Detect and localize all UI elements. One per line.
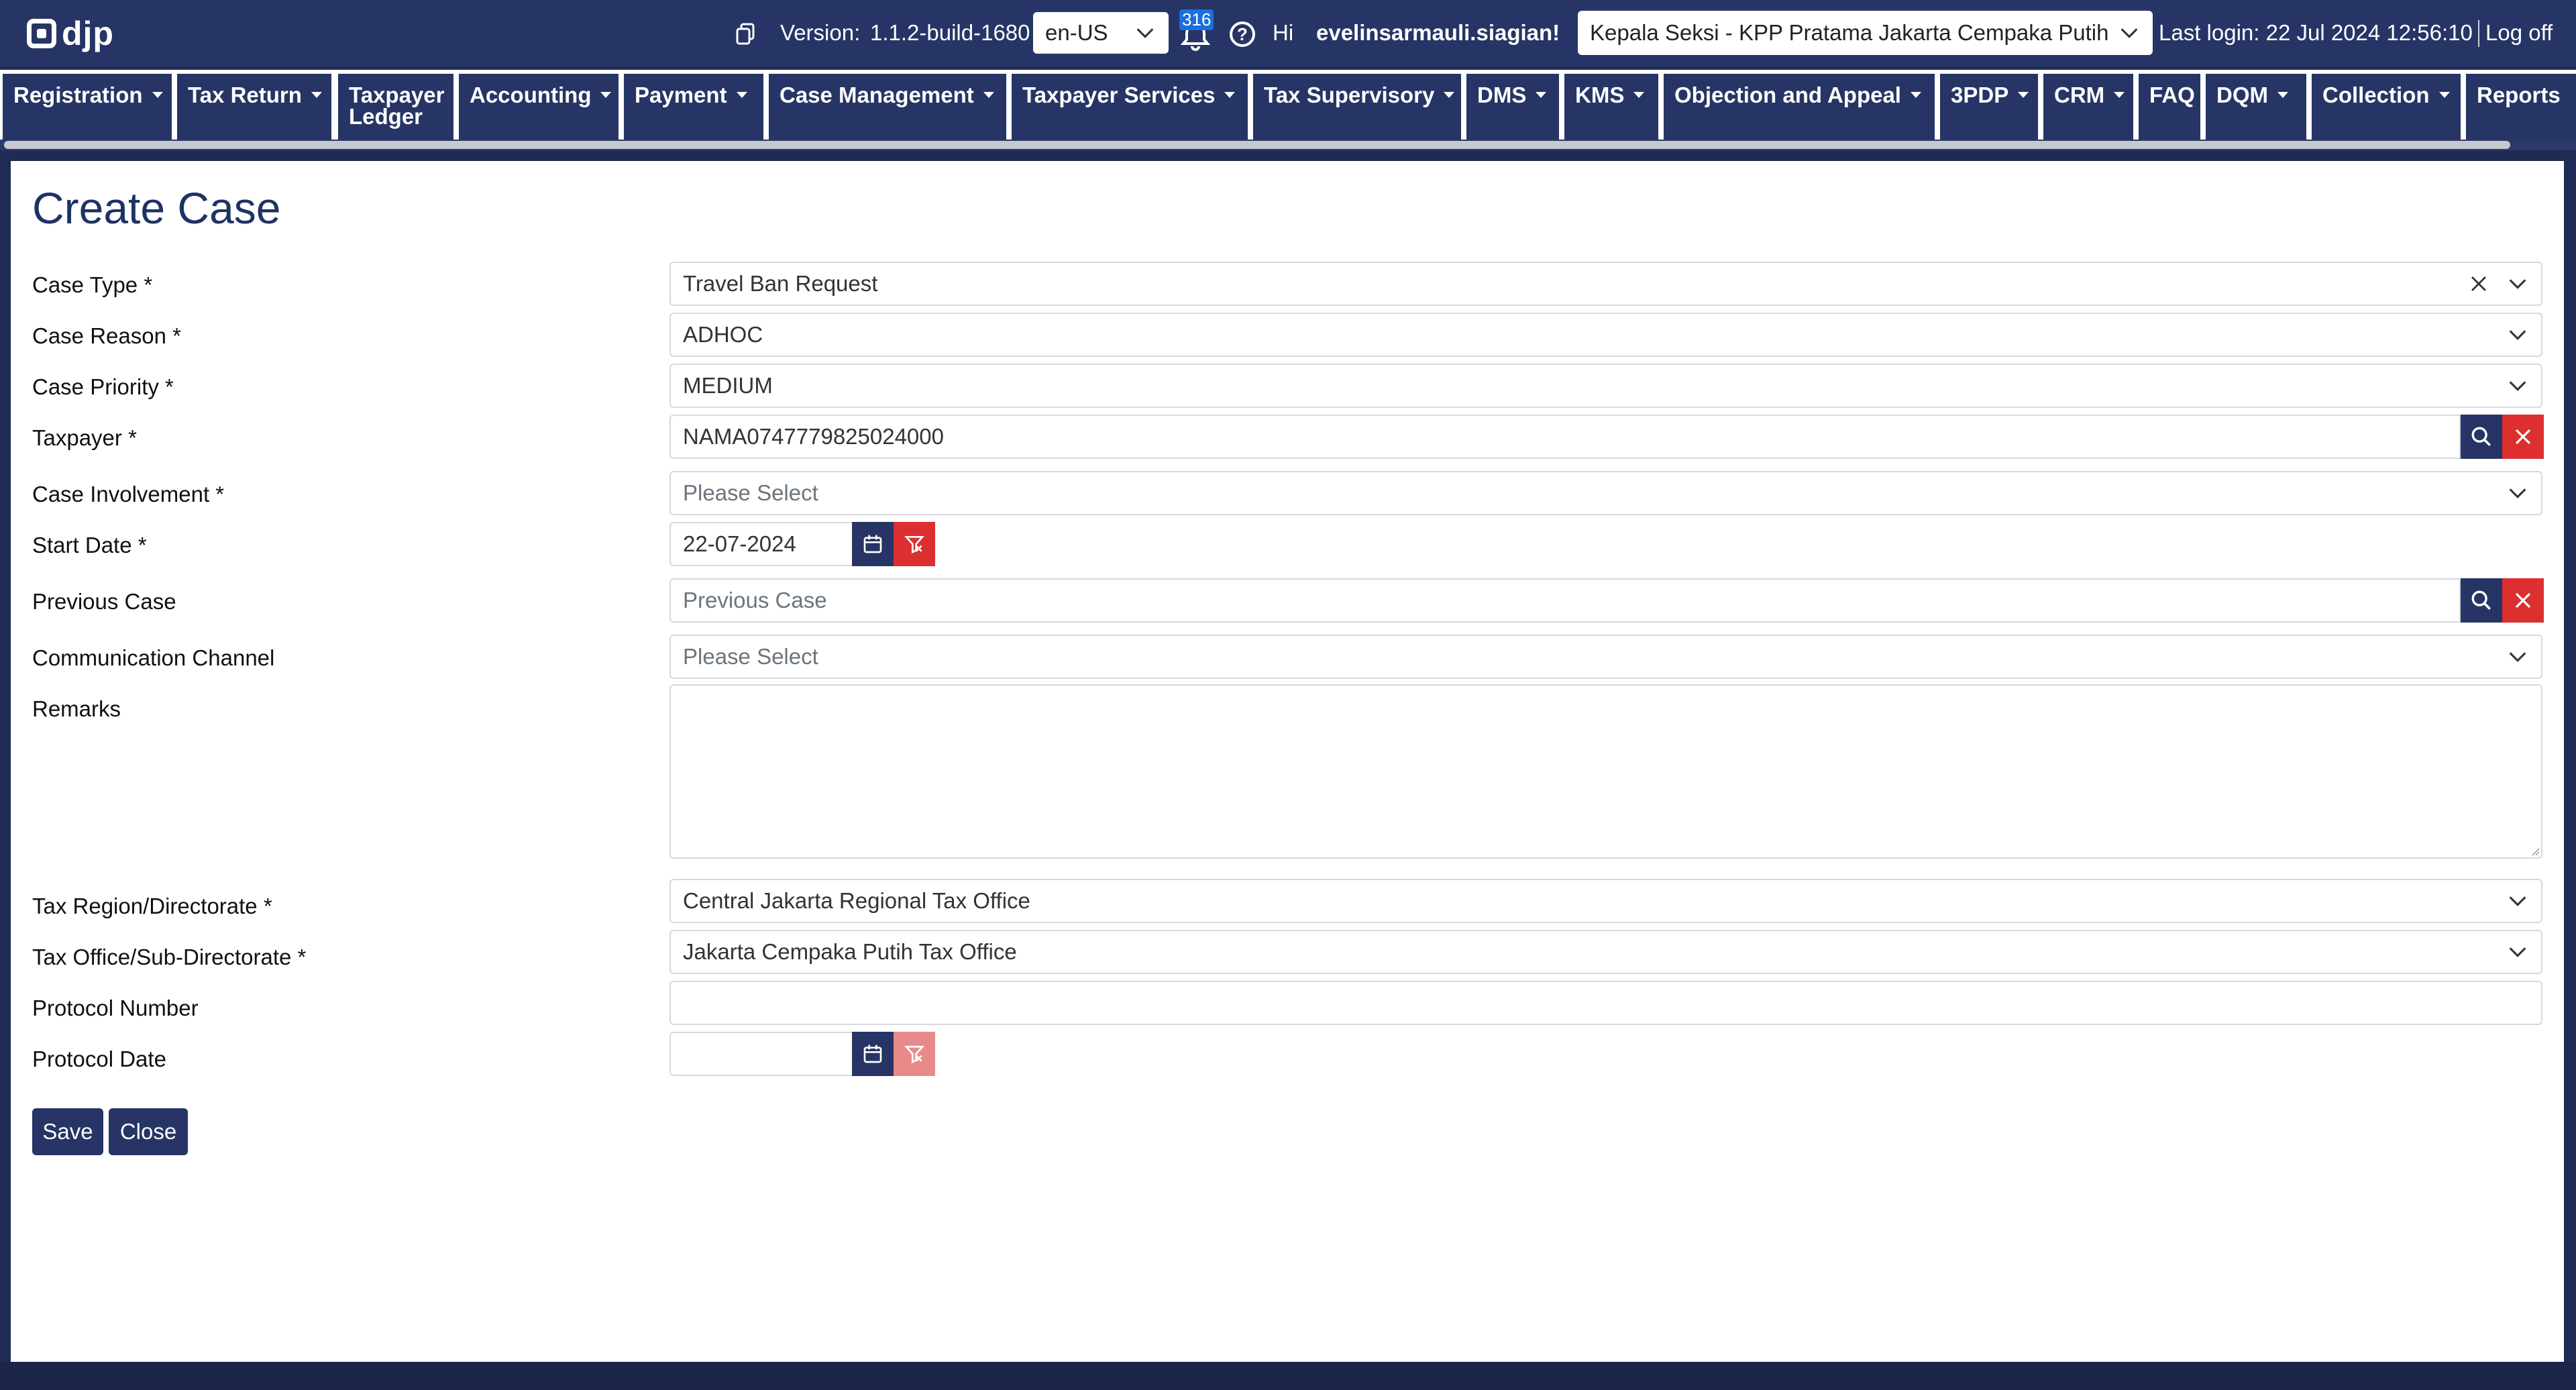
- nav-taxpayer-services[interactable]: Taxpayer Services: [1012, 74, 1248, 140]
- taxpayer-clear-button[interactable]: [2502, 415, 2544, 459]
- nav-reports[interactable]: Reports: [2466, 74, 2576, 140]
- close-icon: [2515, 592, 2531, 608]
- chevron-down-icon: [2121, 28, 2138, 38]
- nav-accounting[interactable]: Accounting: [459, 74, 619, 140]
- tax-office-label: Tax Office/Sub-Directorate *: [32, 945, 307, 969]
- nav-crm[interactable]: CRM: [2043, 74, 2133, 140]
- language-select[interactable]: en-US: [1033, 12, 1169, 54]
- close-button[interactable]: Close: [109, 1108, 188, 1155]
- nav-payment[interactable]: Payment: [624, 74, 763, 140]
- footer-band: [0, 1362, 2576, 1390]
- notification-badge: 316: [1179, 9, 1214, 30]
- djp-logo[interactable]: djp: [27, 15, 114, 52]
- protocol-date-calendar-button[interactable]: [852, 1032, 894, 1076]
- case-type-select[interactable]: Travel Ban Request: [669, 262, 2542, 306]
- calendar-icon: [863, 1045, 882, 1063]
- communication-channel-select[interactable]: Please Select: [669, 635, 2542, 679]
- main-nav: Registration Tax Return Taxpayer Ledger A…: [0, 70, 2576, 142]
- clear-icon[interactable]: [2469, 274, 2489, 294]
- resize-handle-icon[interactable]: [2529, 845, 2540, 856]
- username: evelinsarmauli.siagian!: [1316, 20, 1560, 45]
- taxpayer-search-button[interactable]: [2461, 415, 2502, 459]
- tax-region-select[interactable]: Central Jakarta Regional Tax Office: [669, 879, 2542, 923]
- nav-kms[interactable]: KMS: [1564, 74, 1658, 140]
- search-icon: [2471, 590, 2491, 610]
- search-icon: [2471, 427, 2491, 447]
- version-label: Version:: [780, 20, 861, 45]
- nav-collection[interactable]: Collection: [2312, 74, 2461, 140]
- tax-office-select[interactable]: Jakarta Cempaka Putih Tax Office: [669, 930, 2542, 974]
- page-title: Create Case: [32, 183, 281, 233]
- previous-case-input[interactable]: Previous Case: [669, 578, 2461, 623]
- logoff-link[interactable]: Log off: [2485, 20, 2553, 46]
- language-value: en-US: [1045, 20, 1108, 45]
- help-icon[interactable]: ?: [1230, 21, 1255, 47]
- nav-taxpayer-ledger[interactable]: Taxpayer Ledger: [338, 74, 453, 140]
- nav-faq[interactable]: FAQ: [2139, 74, 2200, 140]
- nav-dms[interactable]: DMS: [1466, 74, 1559, 140]
- greeting-text: Hi: [1273, 20, 1294, 45]
- nav-registration[interactable]: Registration: [3, 74, 172, 140]
- taxpayer-input[interactable]: NAMA0747779825024000: [669, 415, 2461, 459]
- filter-clear-icon: [904, 536, 924, 554]
- nav-3pdp[interactable]: 3PDP: [1940, 74, 2038, 140]
- nav-dqm[interactable]: DQM: [2206, 74, 2306, 140]
- protocol-date-label: Protocol Date: [32, 1047, 166, 1071]
- case-involvement-select[interactable]: Please Select: [669, 471, 2542, 515]
- nav-tax-supervisory[interactable]: Tax Supervisory: [1253, 74, 1461, 140]
- role-select[interactable]: Kepala Seksi - KPP Pratama Jakarta Cempa…: [1578, 11, 2153, 55]
- start-date-clear-button[interactable]: [894, 522, 935, 566]
- case-priority-select[interactable]: MEDIUM: [669, 364, 2542, 408]
- save-button[interactable]: Save: [32, 1108, 103, 1155]
- communication-channel-label: Communication Channel: [32, 645, 275, 670]
- chevron-down-icon: [1136, 28, 1154, 38]
- chevron-down-icon: [2509, 652, 2526, 662]
- protocol-date-clear-button[interactable]: [894, 1032, 935, 1076]
- close-icon: [2515, 429, 2531, 445]
- case-priority-label: Case Priority *: [32, 374, 174, 399]
- start-date-label: Start Date *: [32, 533, 147, 557]
- nav-scrollbar-thumb[interactable]: [4, 141, 2510, 149]
- remarks-label: Remarks: [32, 696, 121, 721]
- logo-text: djp: [62, 15, 114, 52]
- taxpayer-label: Taxpayer *: [32, 425, 137, 450]
- remarks-textarea[interactable]: [669, 684, 2542, 859]
- filter-clear-icon: [904, 1046, 924, 1064]
- chevron-down-icon: [2509, 330, 2526, 340]
- protocol-number-input[interactable]: [669, 981, 2542, 1025]
- divider: [2478, 20, 2479, 47]
- nav-objection-appeal[interactable]: Objection and Appeal: [1664, 74, 1935, 140]
- chevron-down-icon: [2509, 279, 2526, 289]
- nav-tax-return[interactable]: Tax Return: [177, 74, 331, 140]
- start-date-input[interactable]: 22-07-2024: [669, 522, 853, 566]
- copy-icon[interactable]: [735, 23, 755, 46]
- calendar-icon: [863, 535, 882, 553]
- last-login: Last login: 22 Jul 2024 12:56:10: [2159, 20, 2473, 45]
- chevron-down-icon: [2509, 896, 2526, 906]
- protocol-date-input[interactable]: [669, 1032, 853, 1076]
- case-reason-label: Case Reason *: [32, 323, 181, 348]
- previous-case-search-button[interactable]: [2461, 578, 2502, 623]
- start-date-calendar-button[interactable]: [852, 522, 894, 566]
- version-value: 1.1.2-build-1680: [870, 20, 1030, 45]
- case-type-label: Case Type *: [32, 272, 153, 297]
- chevron-down-icon: [2509, 381, 2526, 391]
- previous-case-label: Previous Case: [32, 589, 176, 614]
- case-involvement-label: Case Involvement *: [32, 482, 225, 506]
- chevron-down-icon: [2509, 488, 2526, 498]
- case-reason-select[interactable]: ADHOC: [669, 313, 2542, 357]
- protocol-number-label: Protocol Number: [32, 996, 199, 1020]
- tax-region-label: Tax Region/Directorate *: [32, 894, 272, 918]
- chevron-down-icon: [2509, 947, 2526, 957]
- previous-case-clear-button[interactable]: [2502, 578, 2544, 623]
- logo-icon: [27, 19, 56, 48]
- role-value: Kepala Seksi - KPP Pratama Jakarta Cempa…: [1590, 20, 2109, 45]
- nav-case-management[interactable]: Case Management: [769, 74, 1006, 140]
